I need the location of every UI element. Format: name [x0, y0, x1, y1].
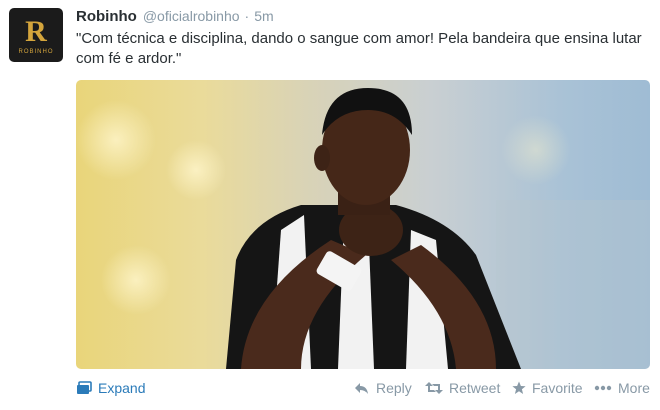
star-icon — [512, 381, 526, 394]
tweet-header: Robinho @oficialrobinho · 5m — [76, 8, 274, 28]
avatar-wordmark: ROBINHO — [18, 49, 54, 55]
tweet-timestamp[interactable]: 5m — [254, 8, 273, 24]
retweet-icon — [425, 382, 443, 394]
reply-button[interactable]: Reply — [354, 380, 412, 396]
tweet-text: "Com técnica e disciplina, dando o sangu… — [76, 30, 642, 67]
reply-arrow-icon — [355, 383, 368, 394]
retweet-button[interactable]: Retweet — [425, 380, 500, 396]
player-photo-illustration — [76, 88, 650, 369]
tweet-actions: Expand Reply Retweet Favorite More — [76, 380, 652, 400]
favorite-label: Favorite — [532, 380, 583, 396]
tweet-photo[interactable] — [76, 80, 650, 369]
reply-label: Reply — [376, 380, 412, 396]
more-dots-icon — [594, 385, 612, 391]
favorite-button[interactable]: Favorite — [512, 380, 583, 396]
header-separator: · — [244, 8, 250, 24]
expand-label: Expand — [98, 380, 146, 396]
robinho-logo-icon: R — [25, 15, 47, 48]
retweet-label: Retweet — [449, 380, 501, 396]
expand-button[interactable]: Expand — [76, 380, 145, 396]
more-button[interactable]: More — [594, 380, 650, 396]
author-full-name[interactable]: Robinho — [76, 8, 137, 25]
avatar[interactable]: R ROBINHO — [9, 8, 63, 62]
expand-media-icon — [77, 381, 92, 394]
author-screen-name[interactable]: @oficialrobinho — [143, 8, 240, 24]
more-label: More — [618, 380, 650, 396]
